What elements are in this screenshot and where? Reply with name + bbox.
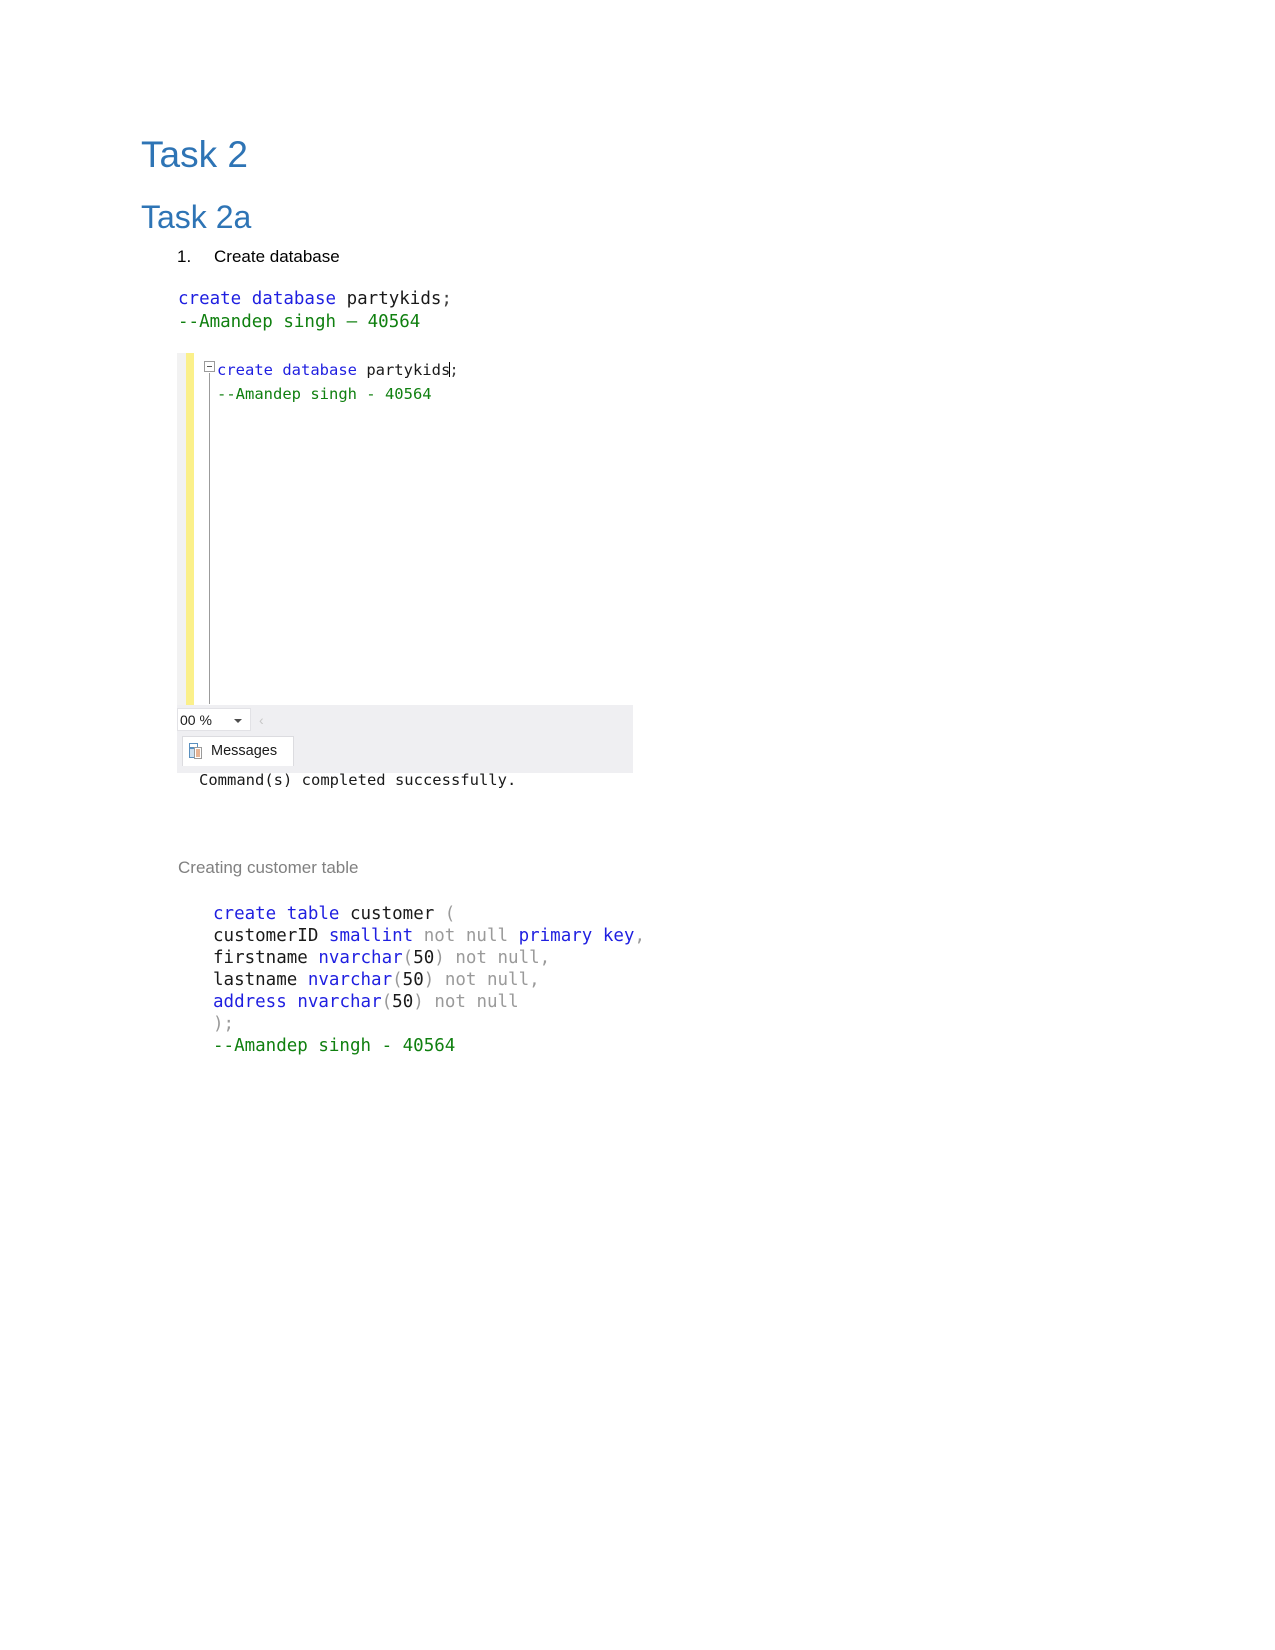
list-item: 1.Create database [177, 247, 340, 267]
list-item-label: Create database [214, 247, 340, 266]
sql-token: smallint [329, 926, 413, 946]
sql-token: ) [413, 992, 424, 1012]
tab-messages[interactable]: Messages [182, 736, 294, 766]
sql-token: ); [213, 1014, 234, 1034]
sql-token: ( [445, 904, 456, 924]
sql-semicolon: ; [441, 289, 452, 309]
editor-sql-keyword: create database [217, 361, 357, 379]
sql-token: ( [403, 948, 414, 968]
sql-token: lastname [213, 970, 308, 990]
sql-code-line: --Amandep singh - 40564 [213, 1036, 455, 1056]
sql-token: 50 [392, 992, 413, 1012]
sql-token: create table [213, 904, 339, 924]
sql-keyword-create-database: create database [178, 289, 336, 309]
messages-output-text: Command(s) completed successfully. [199, 771, 516, 789]
sql-token: address [213, 992, 287, 1012]
editor-sql-comment: --Amandep singh - 40564 [217, 385, 432, 403]
chevron-left-icon[interactable]: ‹ [259, 712, 264, 728]
sql-token: not null, [434, 970, 539, 990]
tab-messages-label: Messages [211, 743, 277, 759]
sql-code-line: address nvarchar(50) not null [213, 992, 519, 1012]
collapse-minus-icon[interactable] [204, 361, 215, 372]
sql-code-line: firstname nvarchar(50) not null, [213, 948, 550, 968]
sql-token: not null [413, 926, 518, 946]
sql-token: firstname [213, 948, 318, 968]
sql-code-line: ); [213, 1014, 234, 1034]
messages-grid-icon [189, 743, 204, 759]
sql-token: ( [382, 992, 393, 1012]
list-item-number: 1. [177, 247, 214, 267]
results-pane: Messages [177, 736, 633, 773]
zoom-level-dropdown[interactable]: 00 % [177, 708, 251, 731]
page-title: Task 2 [141, 134, 248, 176]
sql-identifier-partykids: partykids [336, 289, 441, 309]
sql-token: ( [392, 970, 403, 990]
editor-change-bar [186, 353, 194, 705]
section-heading: Task 2a [141, 199, 251, 236]
sql-token: not null [424, 992, 519, 1012]
sql-code-block-customer-table: create table customer ( customerID small… [213, 903, 645, 1057]
sql-token: not null, [445, 948, 550, 968]
zoom-level-value: 00 % [180, 712, 212, 728]
sql-token: 50 [403, 970, 424, 990]
editor-gutter [177, 353, 186, 705]
document-page: Task 2 Task 2a 1.Create database create … [0, 0, 1275, 1650]
sql-token: nvarchar [297, 992, 381, 1012]
sql-token: primary key [519, 926, 635, 946]
sql-token: ) [434, 948, 445, 968]
sql-token: nvarchar [318, 948, 402, 968]
editor-status-bar: 00 % ‹ [177, 705, 633, 736]
sql-token: --Amandep singh - 40564 [213, 1036, 455, 1056]
chevron-down-icon[interactable] [234, 719, 242, 723]
sql-token: nvarchar [308, 970, 392, 990]
sql-comment-author: --Amandep singh — 40564 [178, 312, 420, 332]
sql-token: , [634, 926, 645, 946]
sql-token: customerID [213, 926, 329, 946]
sql-token: customer [339, 904, 444, 924]
code-fold-guide-line [209, 373, 210, 704]
sql-editor-pane[interactable]: create database partykids; --Amandep sin… [177, 353, 633, 705]
sql-token [287, 992, 298, 1012]
editor-code-text: create database partykids; --Amandep sin… [217, 358, 459, 406]
sql-code-line: customerID smallint not null primary key… [213, 926, 645, 946]
sql-code-line: lastname nvarchar(50) not null, [213, 970, 540, 990]
inline-sql-snippet: create database partykids; --Amandep sin… [178, 288, 452, 334]
editor-sql-semicolon: ; [449, 361, 458, 379]
sql-token: ) [424, 970, 435, 990]
sql-code-line: create table customer ( [213, 904, 455, 924]
caption-creating-customer-table: Creating customer table [178, 858, 358, 878]
ssms-screenshot: create database partykids; --Amandep sin… [177, 353, 633, 773]
editor-sql-identifier: partykids [357, 361, 450, 379]
sql-token: 50 [413, 948, 434, 968]
